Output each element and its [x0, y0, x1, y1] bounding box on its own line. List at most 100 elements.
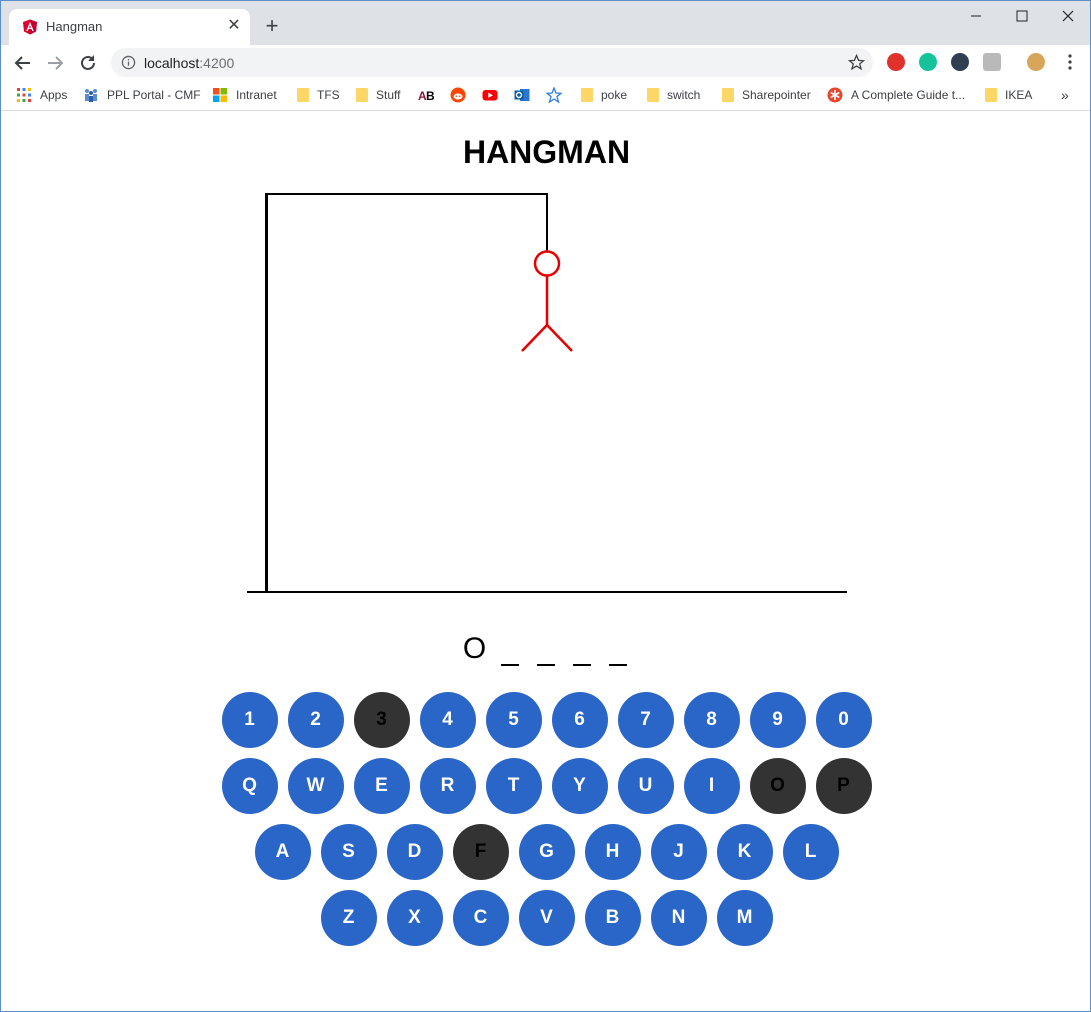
youtube-icon — [482, 90, 498, 101]
key-l[interactable]: L — [782, 824, 839, 880]
reload-icon[interactable] — [76, 51, 100, 75]
bookmark-label: Sharepointer — [742, 88, 811, 102]
windows-logo-icon — [213, 88, 227, 102]
key-6[interactable]: 6 — [551, 692, 608, 748]
key-8[interactable]: 8 — [683, 692, 740, 748]
angular-icon — [23, 19, 37, 35]
bookmark-ab[interactable]: AB — [418, 85, 442, 105]
key-4[interactable]: 4 — [419, 692, 476, 748]
key-c[interactable]: C — [452, 890, 509, 946]
address-bar[interactable]: localhost:4200 — [111, 48, 873, 77]
bookmark-label: switch — [667, 88, 701, 102]
key-u[interactable]: U — [617, 758, 674, 814]
key-q[interactable]: Q — [221, 758, 278, 814]
key-m[interactable]: M — [716, 890, 773, 946]
bookmark-label: IKEA — [1005, 88, 1033, 102]
key-g[interactable]: G — [518, 824, 575, 880]
more-menu-icon[interactable] — [1061, 53, 1079, 71]
bookmark-sharepointer[interactable]: Sharepointer — [720, 85, 811, 105]
forward-arrow-icon[interactable] — [43, 51, 67, 75]
bookmark-ikea[interactable]: IKEA — [983, 85, 1032, 105]
key-j[interactable]: J — [650, 824, 707, 880]
key-b[interactable]: B — [584, 890, 641, 946]
bookmark-intranet[interactable]: Intranet — [212, 85, 277, 105]
key-e[interactable]: E — [353, 758, 410, 814]
maximize-icon[interactable] — [1007, 5, 1037, 27]
key-y[interactable]: Y — [551, 758, 608, 814]
key-a[interactable]: A — [254, 824, 311, 880]
apps-grid-icon — [17, 88, 31, 102]
key-p[interactable]: P — [815, 758, 872, 814]
new-tab-icon[interactable]: + — [261, 15, 283, 37]
key-9[interactable]: 9 — [749, 692, 806, 748]
word-display: O — [1, 632, 1091, 666]
svg-text:B: B — [426, 89, 434, 103]
folder-icon — [581, 88, 593, 102]
word-letter-blank — [609, 636, 628, 666]
key-w[interactable]: W — [287, 758, 344, 814]
key-o[interactable]: O — [749, 758, 806, 814]
bookmark-label: A Complete Guide t... — [851, 88, 966, 102]
keyboard-row-numbers: 1234567890 — [1, 692, 1091, 748]
extension-icon[interactable] — [951, 53, 969, 71]
key-5[interactable]: 5 — [485, 692, 542, 748]
word-letter-blank — [537, 636, 556, 666]
extension-icon-grey[interactable] — [983, 53, 1001, 71]
bookmark-ppl-portal[interactable]: PPL Portal - CMF — [83, 85, 201, 105]
profile-avatar[interactable] — [1027, 53, 1045, 71]
tab-close-icon[interactable]: ✕ — [225, 17, 243, 35]
key-d[interactable]: D — [386, 824, 443, 880]
word-letter-blank — [573, 636, 592, 666]
keyboard-row-qwerty: QWERTYUIOP — [1, 758, 1091, 814]
key-t[interactable]: T — [485, 758, 542, 814]
browser-toolbar: localhost:4200 — [1, 45, 1090, 79]
bookmarks-bar: Apps PPL Portal - CMF Intranet TFS Stuff… — [1, 79, 1090, 111]
bookmark-stuff[interactable]: Stuff — [354, 85, 400, 105]
key-0[interactable]: 0 — [815, 692, 872, 748]
key-3[interactable]: 3 — [353, 692, 410, 748]
bookmark-star-icon[interactable] — [848, 54, 865, 71]
key-f[interactable]: F — [452, 824, 509, 880]
bookmark-poke[interactable]: poke — [579, 85, 627, 105]
outlook-icon — [514, 89, 530, 101]
key-1[interactable]: 1 — [221, 692, 278, 748]
bookmark-tfs[interactable]: TFS — [295, 85, 340, 105]
key-v[interactable]: V — [518, 890, 575, 946]
page-content: HANGMAN O 1234567890 QWERTYUIOP ASDFGHJK… — [1, 112, 1090, 1011]
bookmark-apps[interactable]: Apps — [16, 85, 67, 105]
key-n[interactable]: N — [650, 890, 707, 946]
bookmark-youtube[interactable] — [482, 85, 506, 105]
ab-icon: AB — [418, 89, 434, 103]
bookmark-outlook[interactable] — [514, 85, 538, 105]
star-bookmark-icon — [546, 87, 562, 103]
key-h[interactable]: H — [584, 824, 641, 880]
folder-icon — [297, 88, 309, 102]
bookmark-star[interactable] — [546, 85, 570, 105]
key-7[interactable]: 7 — [617, 692, 674, 748]
grammarly-extension-icon[interactable] — [919, 53, 937, 71]
back-arrow-icon[interactable] — [11, 51, 35, 75]
tab-hangman[interactable]: Hangman ✕ — [9, 9, 250, 45]
bookmark-switch[interactable]: switch — [645, 85, 700, 105]
key-2[interactable]: 2 — [287, 692, 344, 748]
info-icon[interactable] — [121, 55, 136, 70]
folder-icon — [722, 88, 734, 102]
close-window-icon[interactable] — [1053, 5, 1083, 27]
key-i[interactable]: I — [683, 758, 740, 814]
key-z[interactable]: Z — [320, 890, 377, 946]
key-s[interactable]: S — [320, 824, 377, 880]
key-x[interactable]: X — [386, 890, 443, 946]
minimize-icon[interactable] — [961, 5, 991, 27]
bookmark-label: poke — [601, 88, 628, 102]
folder-icon — [985, 88, 997, 102]
more-bookmarks-icon[interactable]: » — [1061, 87, 1069, 103]
bookmark-complete-guide[interactable]: A Complete Guide t... — [827, 85, 965, 105]
bookmark-label: Intranet — [236, 88, 277, 102]
browser-window: Hangman ✕ + localhost:4200 Apps PPL Port… — [0, 0, 1091, 1012]
key-k[interactable]: K — [716, 824, 773, 880]
bookmark-reddit[interactable] — [450, 85, 474, 105]
keyboard-row-zxcv: ZXCVBNM — [1, 890, 1091, 946]
key-r[interactable]: R — [419, 758, 476, 814]
adblock-extension-icon[interactable] — [887, 53, 905, 71]
figure-leg-left — [521, 324, 548, 352]
